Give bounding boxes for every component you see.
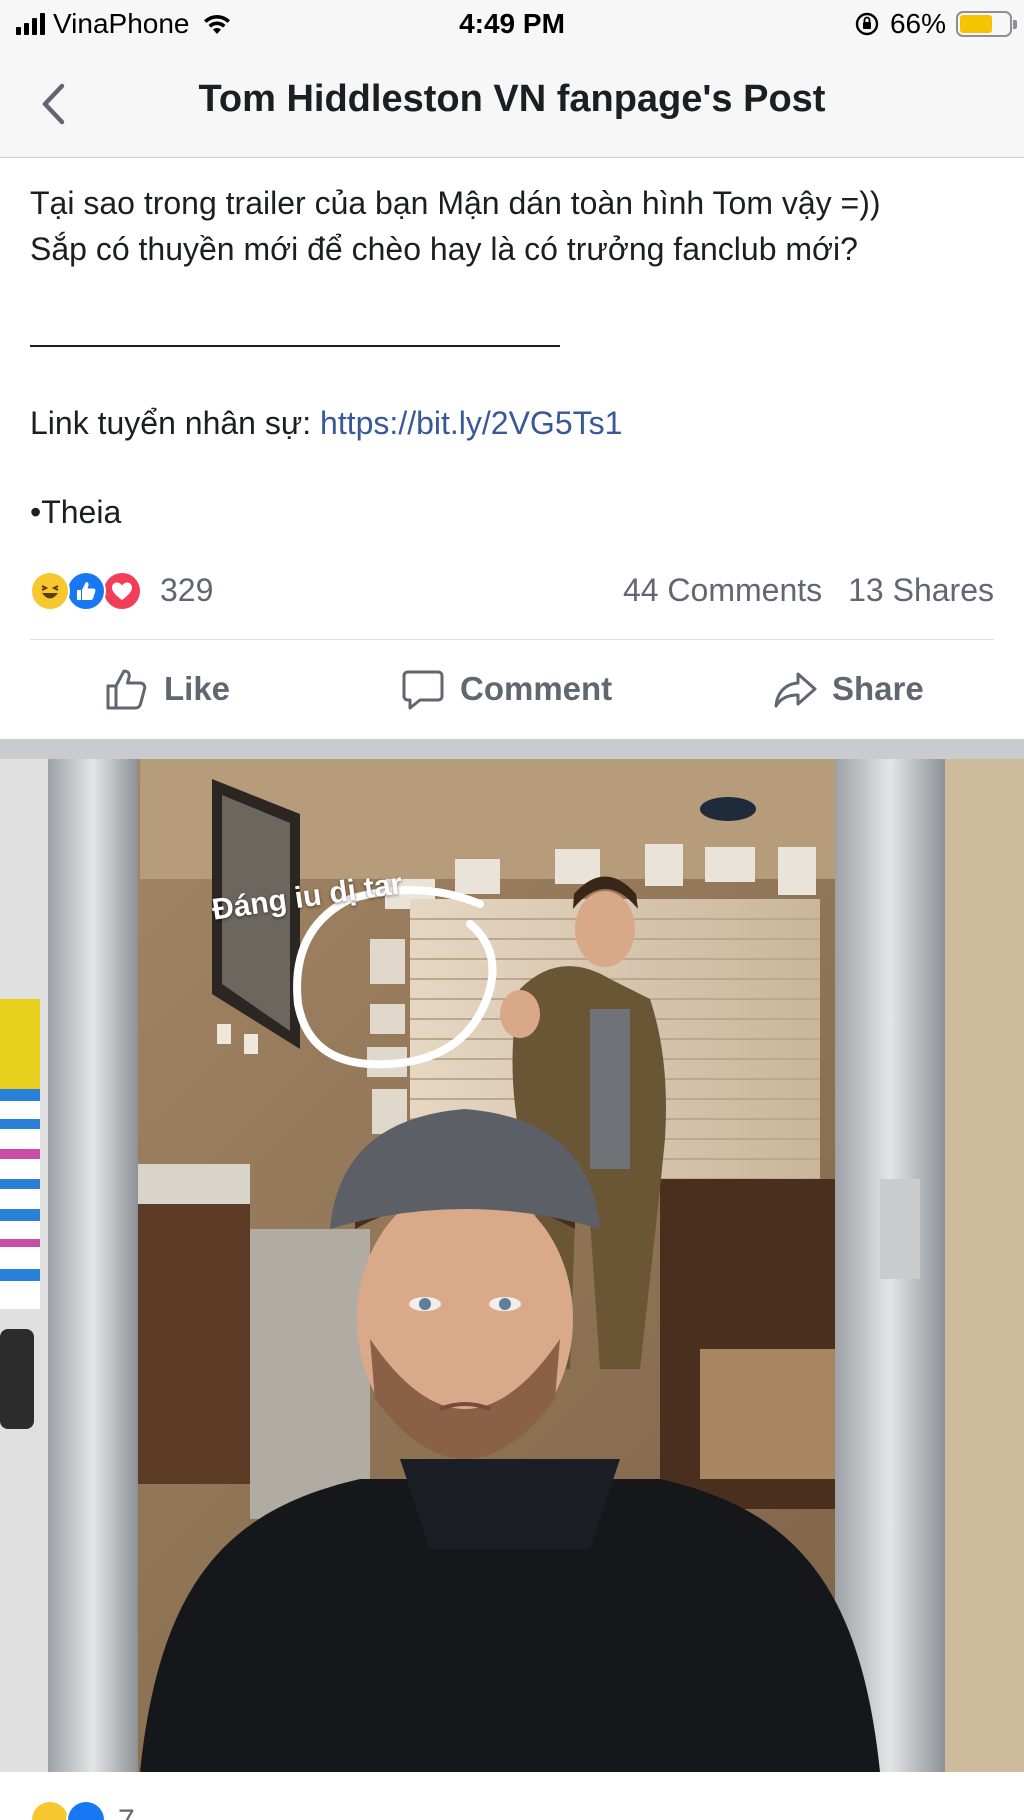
share-button[interactable]: Share bbox=[772, 666, 924, 712]
status-bar: VinaPhone 4:49 PM 66% bbox=[0, 0, 1024, 50]
haha-icon bbox=[30, 571, 70, 611]
post-separator bbox=[0, 739, 1024, 759]
shares-count-link[interactable]: 13 Shares bbox=[848, 572, 994, 608]
next-reaction-count: 7 bbox=[118, 1804, 135, 1820]
reactions-summary[interactable]: 329 44 Comments 13 Shares bbox=[30, 568, 994, 618]
haha-icon bbox=[30, 1800, 70, 1820]
link-label: Link tuyển nhân sự: bbox=[30, 405, 321, 441]
photo-illustration bbox=[0, 759, 1024, 1772]
post-body: Tại sao trong trailer của bạn Mận dán to… bbox=[30, 180, 1000, 272]
navigation-bar: Tom Hiddleston VN fanpage's Post bbox=[0, 50, 1024, 158]
share-icon bbox=[774, 672, 817, 708]
next-reaction-icons bbox=[30, 1800, 106, 1820]
orientation-lock-icon bbox=[855, 12, 879, 36]
thumbs-up-icon bbox=[106, 669, 147, 710]
share-label: Share bbox=[832, 670, 924, 707]
reaction-icons bbox=[30, 571, 142, 611]
like-button[interactable]: Like bbox=[104, 666, 230, 712]
battery-icon bbox=[956, 11, 1017, 37]
post-signature: •Theia bbox=[30, 494, 122, 530]
like-icon bbox=[66, 571, 106, 611]
post-link[interactable]: https://bit.ly/2VG5Ts1 bbox=[320, 405, 622, 441]
love-icon bbox=[102, 571, 142, 611]
post-photo[interactable]: Đáng iu dị tar bbox=[0, 759, 1024, 1772]
comment-label: Comment bbox=[460, 670, 613, 707]
like-label: Like bbox=[164, 670, 231, 707]
engagement-counts: 44 Comments 13 Shares bbox=[623, 572, 994, 609]
like-icon bbox=[66, 1800, 106, 1820]
post-text-line: Tại sao trong trailer của bạn Mận dán to… bbox=[30, 185, 881, 221]
post-text-line: Sắp có thuyền mới để chèo hay là có trưở… bbox=[30, 231, 858, 267]
comments-count-link[interactable]: 44 Comments bbox=[623, 572, 822, 608]
page-title: Tom Hiddleston VN fanpage's Post bbox=[198, 78, 826, 120]
reaction-count: 329 bbox=[160, 572, 214, 608]
post-action-bar: Like Comment Share bbox=[0, 640, 1024, 740]
next-post-preview: 7 bbox=[0, 1772, 1024, 1820]
battery-percent: 66% bbox=[889, 8, 946, 39]
text-divider bbox=[30, 345, 560, 347]
battery-level-fill bbox=[960, 15, 992, 33]
comment-icon bbox=[402, 670, 444, 710]
comment-button[interactable]: Comment bbox=[400, 666, 612, 712]
status-right: 66% bbox=[854, 8, 1017, 40]
post-link-line: Link tuyển nhân sự: https://bit.ly/2VG5T… bbox=[30, 405, 622, 442]
